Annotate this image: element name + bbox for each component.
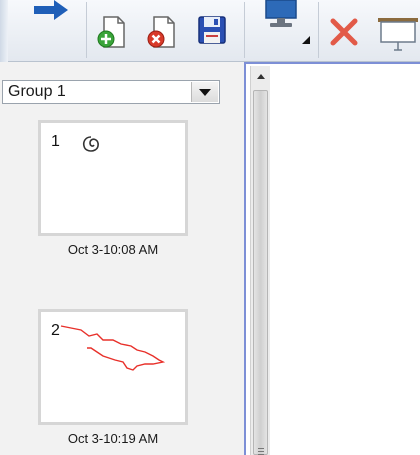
scribble-circle-icon [82,136,99,152]
page-thumbnail-1[interactable]: 1 [38,120,188,236]
add-page-button[interactable] [94,14,130,50]
scroll-up-arrow-icon[interactable] [251,66,270,86]
grip-line [258,451,264,452]
group-dropdown[interactable]: Group 1 [2,80,220,104]
scroll-thumb[interactable] [253,90,268,455]
page-number: 1 [51,133,60,150]
toolbar-edge [0,0,8,62]
grip-line [258,448,264,449]
remove-page-icon [147,16,175,48]
arrow-right-icon [34,0,68,20]
display-button[interactable] [256,0,312,52]
page-timestamp: Oct 3-10:19 AM [67,431,159,446]
add-page-icon [97,16,125,48]
delete-button[interactable] [328,16,360,48]
page-timestamp: Oct 3-10:08 AM [67,242,159,257]
floppy-disk-icon [198,16,226,44]
forward-button[interactable] [28,0,74,26]
save-button[interactable] [196,14,228,46]
red-ink-stroke [60,325,166,371]
monitor-icon [265,0,310,44]
toolbar [0,0,420,62]
red-x-icon [330,18,358,46]
group-dropdown-value: Group 1 [8,83,66,100]
projector-screen-icon [378,18,418,51]
remove-page-button[interactable] [144,14,180,50]
presentation-button[interactable] [374,14,420,54]
whiteboard-canvas[interactable] [270,64,420,455]
chevron-down-icon[interactable] [191,82,218,102]
page-thumbnail-2[interactable]: 2 [38,309,188,425]
vertical-scrollbar[interactable] [250,66,270,455]
